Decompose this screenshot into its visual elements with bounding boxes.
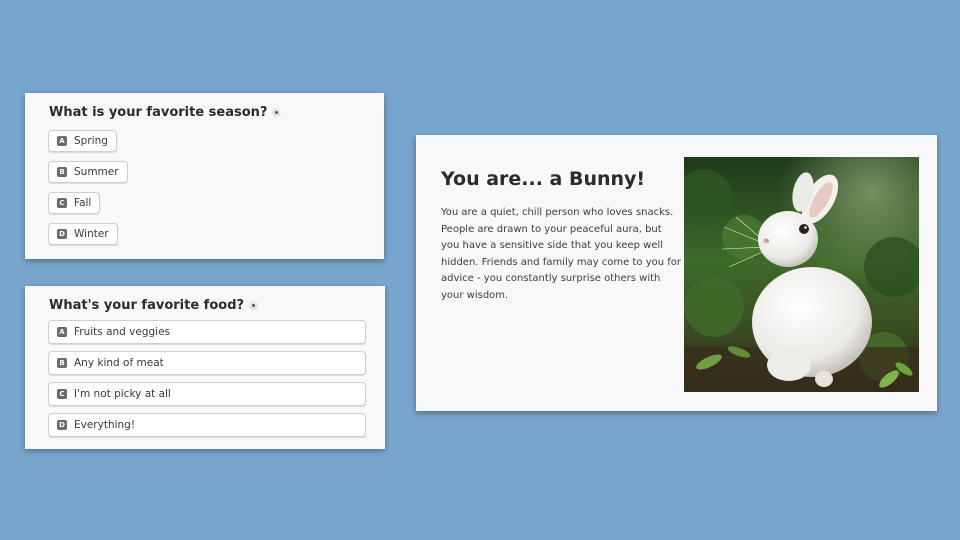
- option-key-badge: B: [57, 358, 67, 368]
- quiz-result-card: You are... a Bunny! You are a quiet, chi…: [416, 135, 937, 411]
- food-question-card: What's your favorite food? A Fruits and …: [25, 286, 385, 449]
- option-label: Spring: [74, 135, 108, 147]
- option-key-badge: C: [57, 389, 67, 399]
- food-option-everything[interactable]: D Everything!: [48, 413, 366, 437]
- option-key-badge: A: [57, 136, 67, 146]
- season-question-card: What is your favorite season? A Spring B…: [25, 93, 384, 259]
- food-option-not-picky[interactable]: C I'm not picky at all: [48, 382, 366, 406]
- season-question-title: What is your favorite season?: [49, 105, 282, 120]
- food-question-title: What's your favorite food?: [49, 298, 259, 313]
- info-dot-icon[interactable]: [249, 301, 259, 310]
- season-option-winter[interactable]: D Winter: [48, 223, 118, 245]
- result-title: You are... a Bunny!: [441, 168, 646, 190]
- bunny-photo: [684, 157, 919, 392]
- option-key-badge: A: [57, 327, 67, 337]
- option-label: Everything!: [74, 419, 136, 431]
- option-key-badge: C: [57, 198, 67, 208]
- season-option-summer[interactable]: B Summer: [48, 161, 128, 183]
- option-key-badge: B: [57, 167, 67, 177]
- option-label: Winter: [74, 228, 109, 240]
- option-label: Fruits and veggies: [74, 326, 171, 338]
- option-label: I'm not picky at all: [74, 388, 171, 400]
- option-label: Summer: [74, 166, 119, 178]
- season-option-spring[interactable]: A Spring: [48, 130, 117, 152]
- food-option-meat[interactable]: B Any kind of meat: [48, 351, 366, 375]
- info-dot-icon[interactable]: [272, 108, 282, 117]
- result-description: You are a quiet, chill person who loves …: [441, 207, 682, 301]
- option-key-badge: D: [57, 420, 67, 430]
- food-option-fruits[interactable]: A Fruits and veggies: [48, 320, 366, 344]
- option-label: Fall: [74, 197, 92, 209]
- option-label: Any kind of meat: [74, 357, 164, 369]
- bunny-illustration: [684, 157, 919, 392]
- option-key-badge: D: [57, 229, 67, 239]
- season-option-fall[interactable]: C Fall: [48, 192, 101, 214]
